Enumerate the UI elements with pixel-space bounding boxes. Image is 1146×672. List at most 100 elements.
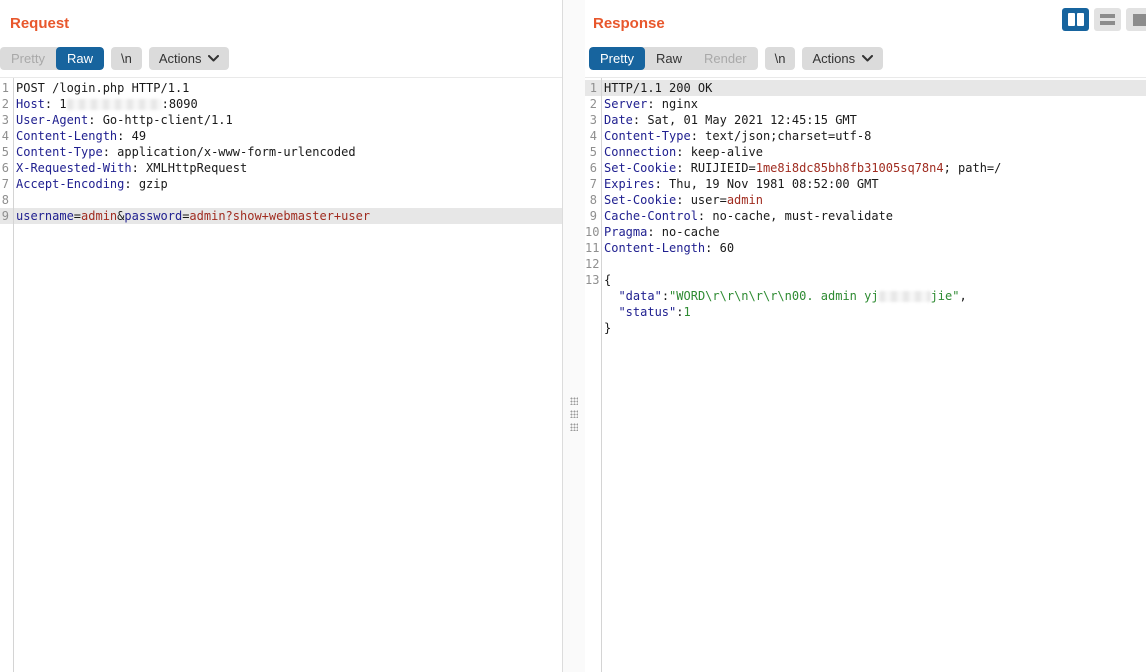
- line-content: Set-Cookie: user=admin: [604, 192, 763, 208]
- line-number: [585, 304, 600, 320]
- line-content: Connection: keep-alive: [604, 144, 763, 160]
- line-number: 1: [585, 80, 600, 96]
- request-tabbar: PrettyRaw \n Actions: [0, 33, 562, 77]
- divider-drag-handle-icon[interactable]: [570, 397, 578, 431]
- code-line[interactable]: 5Content-Type: application/x-www-form-ur…: [0, 144, 562, 160]
- line-number: 8: [0, 192, 12, 208]
- line-content: User-Agent: Go-http-client/1.1: [16, 112, 233, 128]
- code-line[interactable]: 9username=admin&password=admin?show+webm…: [0, 208, 562, 224]
- request-newline-toggle-button[interactable]: \n: [111, 47, 142, 70]
- single-panel-layout-button[interactable]: [1126, 8, 1146, 31]
- tab-pretty: Pretty: [0, 47, 56, 70]
- tab-raw[interactable]: Raw: [645, 47, 693, 70]
- line-number: [585, 320, 600, 336]
- line-content: Expires: Thu, 19 Nov 1981 08:52:00 GMT: [604, 176, 879, 192]
- line-number: 1: [0, 80, 12, 96]
- line-number: 6: [585, 160, 600, 176]
- split-columns-layout-button[interactable]: [1062, 8, 1089, 31]
- code-line[interactable]: 10Pragma: no-cache: [585, 224, 1146, 240]
- split-rows-layout-icon: [1100, 14, 1115, 25]
- line-content: }: [604, 320, 611, 336]
- line-content: Cache-Control: no-cache, must-revalidate: [604, 208, 893, 224]
- line-content: Content-Type: application/x-www-form-url…: [16, 144, 356, 160]
- request-editor[interactable]: 1POST /login.php HTTP/1.12Host: 1:80903U…: [0, 77, 562, 672]
- code-line[interactable]: 6X-Requested-With: XMLHttpRequest: [0, 160, 562, 176]
- code-line[interactable]: "status":1: [585, 304, 1146, 320]
- chevron-down-icon: [862, 55, 873, 62]
- line-content: username=admin&password=admin?show+webma…: [16, 208, 370, 224]
- code-line[interactable]: 1POST /login.php HTTP/1.1: [0, 80, 562, 96]
- response-newline-toggle-button[interactable]: \n: [765, 47, 796, 70]
- line-content: "data":"WORD\r\r\n\r\r\n00. admin yjjie"…: [604, 288, 967, 304]
- code-line[interactable]: "data":"WORD\r\r\n\r\r\n00. admin yjjie"…: [585, 288, 1146, 304]
- line-content: Set-Cookie: RUIJIEID=1me8i8dc85bh8fb3100…: [604, 160, 1001, 176]
- response-title: Response: [593, 15, 665, 32]
- line-content: POST /login.php HTTP/1.1: [16, 80, 189, 96]
- code-line[interactable]: 4Content-Type: text/json;charset=utf-8: [585, 128, 1146, 144]
- request-title: Request: [10, 15, 69, 32]
- code-line[interactable]: 2Host: 1:8090: [0, 96, 562, 112]
- line-number: [585, 288, 600, 304]
- line-number: 5: [0, 144, 12, 160]
- line-content: Content-Length: 60: [604, 240, 734, 256]
- request-actions-label: Actions: [159, 51, 202, 66]
- code-line[interactable]: 4Content-Length: 49: [0, 128, 562, 144]
- layout-toggle-group: [1062, 8, 1146, 31]
- code-line[interactable]: 11Content-Length: 60: [585, 240, 1146, 256]
- response-tab-group: PrettyRawRender: [589, 47, 758, 70]
- request-tab-group: PrettyRaw: [0, 47, 104, 70]
- request-panel: Request PrettyRaw \n Actions 1POST /logi…: [0, 0, 563, 672]
- code-line[interactable]: 9Cache-Control: no-cache, must-revalidat…: [585, 208, 1146, 224]
- line-content: Server: nginx: [604, 96, 698, 112]
- code-line[interactable]: 3User-Agent: Go-http-client/1.1: [0, 112, 562, 128]
- code-line[interactable]: 7Accept-Encoding: gzip: [0, 176, 562, 192]
- line-number: 5: [585, 144, 600, 160]
- line-number: 6: [0, 160, 12, 176]
- code-line[interactable]: 3Date: Sat, 01 May 2021 12:45:15 GMT: [585, 112, 1146, 128]
- code-line[interactable]: 8Set-Cookie: user=admin: [585, 192, 1146, 208]
- code-line[interactable]: 8: [0, 192, 562, 208]
- tab-raw[interactable]: Raw: [56, 47, 104, 70]
- redacted-text: [67, 99, 162, 110]
- redacted-text: [879, 291, 931, 302]
- line-number: 9: [0, 208, 12, 224]
- line-content: {: [604, 272, 611, 288]
- line-number: 7: [0, 176, 12, 192]
- code-line[interactable]: 12: [585, 256, 1146, 272]
- line-content: Pragma: no-cache: [604, 224, 720, 240]
- single-panel-layout-icon: [1133, 14, 1146, 26]
- tab-pretty[interactable]: Pretty: [589, 47, 645, 70]
- response-tabbar: PrettyRawRender \n Actions: [585, 33, 1146, 77]
- code-line[interactable]: 13{: [585, 272, 1146, 288]
- line-number: 2: [0, 96, 12, 112]
- panel-split-divider[interactable]: [563, 0, 585, 672]
- code-line[interactable]: 5Connection: keep-alive: [585, 144, 1146, 160]
- request-actions-button[interactable]: Actions: [149, 47, 230, 70]
- line-number: 3: [585, 112, 600, 128]
- line-content: Accept-Encoding: gzip: [16, 176, 168, 192]
- tab-render: Render: [693, 47, 758, 70]
- chevron-down-icon: [208, 55, 219, 62]
- request-header: Request: [0, 0, 562, 33]
- line-content: Host: 1:8090: [16, 96, 198, 112]
- split-rows-layout-button[interactable]: [1094, 8, 1121, 31]
- line-number: 2: [585, 96, 600, 112]
- code-line[interactable]: 1HTTP/1.1 200 OK: [585, 80, 1146, 96]
- line-content: Content-Type: text/json;charset=utf-8: [604, 128, 871, 144]
- code-line[interactable]: 2Server: nginx: [585, 96, 1146, 112]
- code-line[interactable]: 6Set-Cookie: RUIJIEID=1me8i8dc85bh8fb310…: [585, 160, 1146, 176]
- line-number: 12: [585, 256, 600, 272]
- response-actions-button[interactable]: Actions: [802, 47, 883, 70]
- line-number: 4: [585, 128, 600, 144]
- response-editor[interactable]: 1HTTP/1.1 200 OK2Server: nginx3Date: Sat…: [585, 77, 1146, 672]
- line-number: 3: [0, 112, 12, 128]
- code-line[interactable]: 7Expires: Thu, 19 Nov 1981 08:52:00 GMT: [585, 176, 1146, 192]
- code-line[interactable]: }: [585, 320, 1146, 336]
- line-content: Content-Length: 49: [16, 128, 146, 144]
- split-columns-layout-icon: [1068, 13, 1084, 26]
- line-number: 13: [585, 272, 600, 288]
- response-actions-label: Actions: [812, 51, 855, 66]
- message-editor-window: Request PrettyRaw \n Actions 1POST /logi…: [0, 0, 1146, 672]
- response-panel: Response PrettyRawRender \n Actions 1HTT…: [585, 0, 1146, 672]
- line-number: 10: [585, 224, 600, 240]
